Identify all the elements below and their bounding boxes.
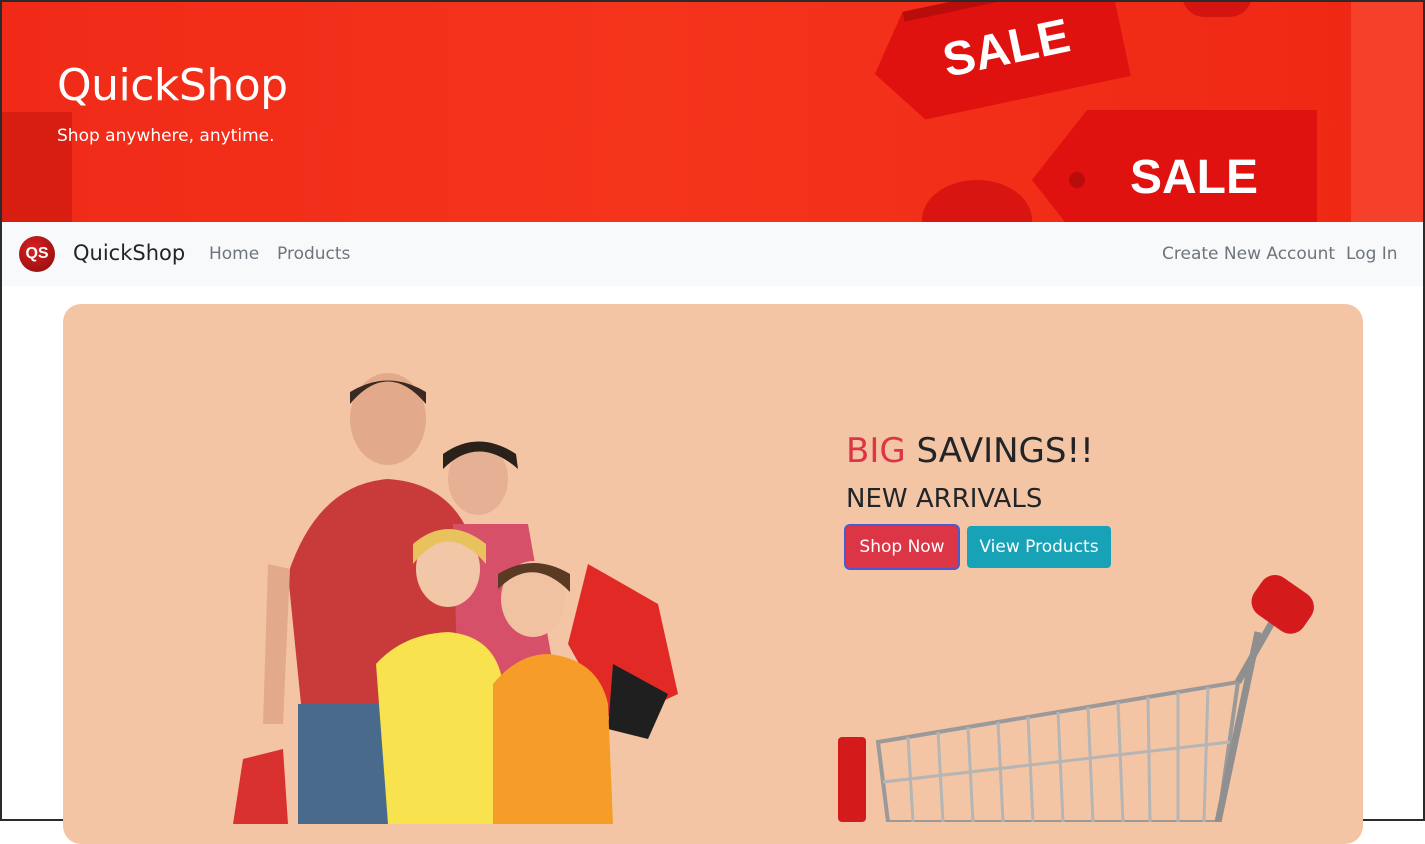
- shop-now-button[interactable]: Shop Now: [846, 526, 958, 568]
- nav-brand[interactable]: QuickShop: [73, 241, 185, 265]
- family-shopping-image: [233, 373, 678, 824]
- view-products-button[interactable]: View Products: [967, 526, 1111, 568]
- site-title: QuickShop: [57, 60, 288, 111]
- hero-banner: SALE SALE QuickShop Shop anywhere, anyti…: [2, 2, 1423, 222]
- navbar: QS QuickShop Home Products Create New Ac…: [2, 222, 1423, 286]
- promo-headline-rest: SAVINGS!!: [916, 431, 1094, 471]
- shopping-cart-image: [838, 575, 1314, 822]
- promo-card: BIG SAVINGS!! NEW ARRIVALS Shop Now View…: [63, 304, 1363, 844]
- nav-link-login[interactable]: Log In: [1346, 244, 1398, 264]
- round-tag-bottom: [922, 180, 1032, 222]
- promo-subheadline: NEW ARRIVALS: [846, 484, 1043, 514]
- sale-tag-bottom: SALE: [1032, 110, 1322, 222]
- promo-headline: BIG SAVINGS!!: [846, 431, 1094, 471]
- round-tag-top: [1182, 2, 1252, 17]
- nav-link-products[interactable]: Products: [277, 244, 350, 264]
- promo-headline-accent: BIG: [846, 431, 906, 471]
- nav-link-create-account[interactable]: Create New Account: [1162, 244, 1335, 264]
- site-tagline: Shop anywhere, anytime.: [57, 126, 275, 146]
- nav-link-home[interactable]: Home: [209, 244, 259, 264]
- brand-logo-icon[interactable]: QS: [19, 236, 55, 272]
- banner-decor-right: [1351, 2, 1423, 222]
- sale-tag-bottom-label: SALE: [1130, 151, 1259, 204]
